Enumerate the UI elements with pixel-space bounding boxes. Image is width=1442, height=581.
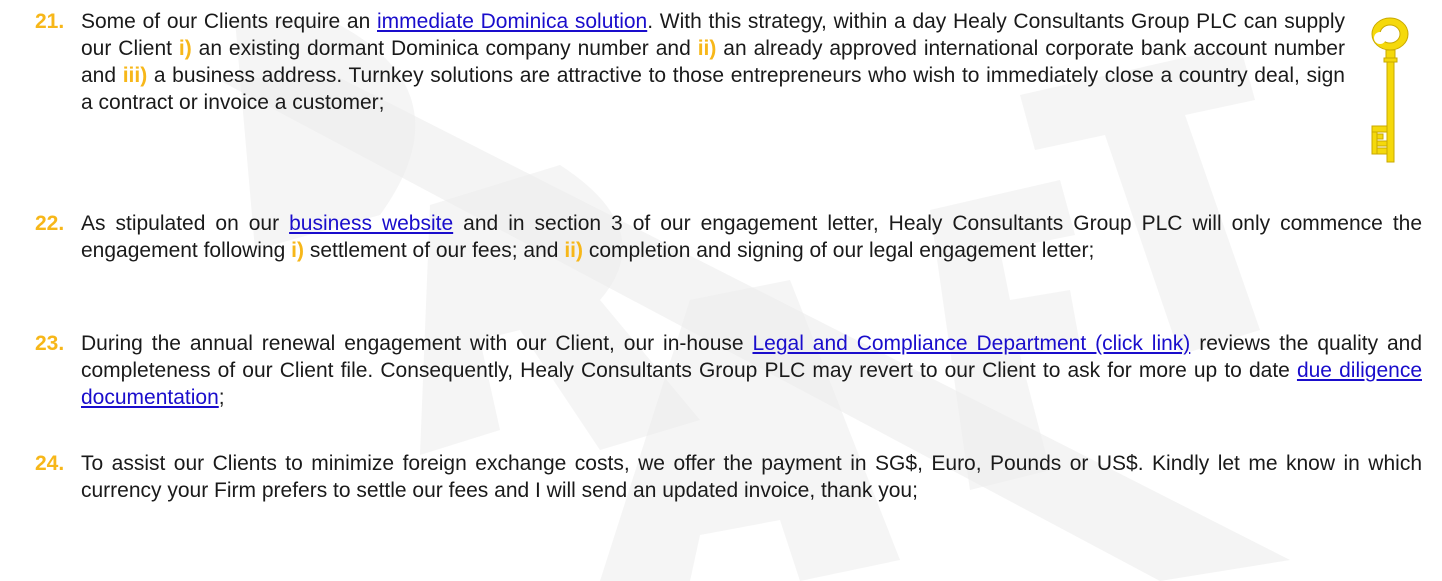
item-text: As stipulated on our business website an…	[81, 212, 1423, 262]
item-text: During the annual renewal engagement wit…	[81, 332, 1423, 409]
list-item-22: 22. As stipulated on our business websit…	[35, 210, 1422, 264]
item-text: To assist our Clients to minimize foreig…	[81, 452, 1422, 502]
item-number: 22.	[35, 212, 65, 235]
marker-ii: ii)	[697, 37, 717, 60]
item-number: 23.	[35, 332, 65, 355]
legal-compliance-department-link[interactable]: Legal and Compliance Department (click l…	[752, 332, 1190, 355]
immediate-dominica-solution-link[interactable]: immediate Dominica solution	[377, 10, 647, 33]
item-number: 24.	[35, 452, 65, 475]
golden-key-icon	[1371, 17, 1409, 163]
marker-i: i)	[178, 37, 192, 60]
list-item-23: 23. During the annual renewal engagement…	[35, 330, 1422, 411]
item-text: Some of our Clients require an immediate…	[81, 10, 1346, 114]
item-number: 21.	[35, 10, 65, 33]
marker-i: i)	[291, 239, 304, 262]
list-item-24: 24. To assist our Clients to minimize fo…	[35, 450, 1422, 504]
marker-ii: ii)	[564, 239, 583, 262]
list-item-21: 21. Some of our Clients require an immed…	[35, 8, 1345, 116]
marker-iii: iii)	[122, 64, 148, 87]
business-website-link[interactable]: business website	[289, 212, 453, 235]
